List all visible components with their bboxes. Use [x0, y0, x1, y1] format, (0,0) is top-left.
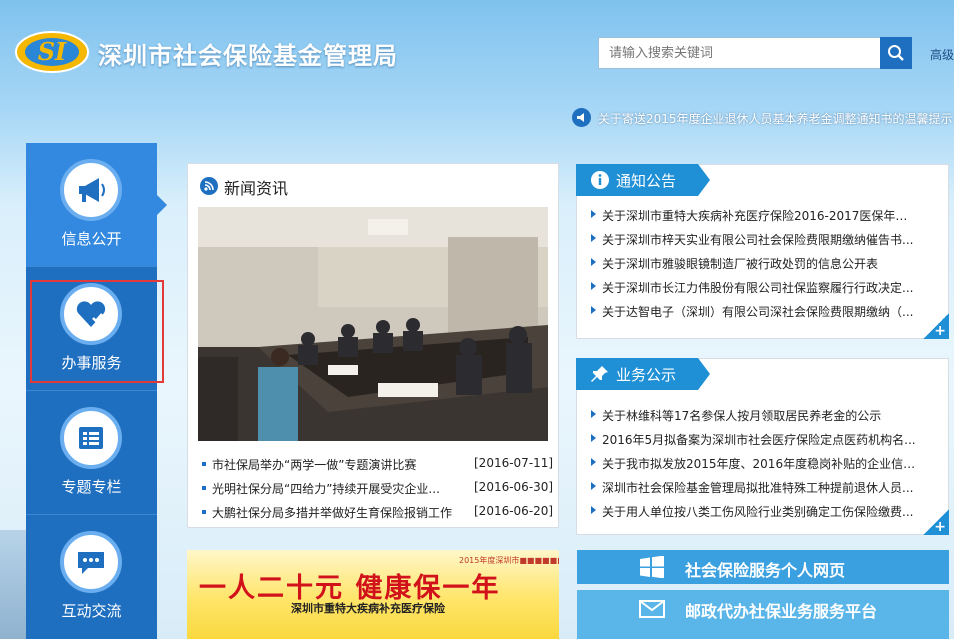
arrow-icon [591, 306, 596, 314]
business-item[interactable]: 2016年5月拟备案为深圳市社会医疗保险定点医药机构名... [591, 429, 921, 449]
mail-icon [639, 600, 665, 618]
nav-item-label: 专题专栏 [61, 478, 122, 496]
selection-highlight [30, 280, 164, 383]
news-panel: 新闻资讯 市社保局举办“两学一做”专题演讲比赛 [2016-07-11] 光明社… [187, 163, 559, 528]
windows-icon [640, 556, 664, 578]
business-item-text[interactable]: 深圳市社会保险基金管理局拟批准特殊工种提前退休人员... [602, 479, 918, 496]
news-item-title[interactable]: 市社保局举办“两学一做”专题演讲比赛 [212, 456, 462, 473]
arrow-icon [591, 506, 596, 514]
active-indicator [157, 195, 167, 215]
notice-item-text[interactable]: 关于深圳市长江力伟股份有限公司社保监察履行行政决定... [602, 279, 918, 296]
search-input[interactable] [598, 37, 882, 69]
business-panel: 业务公示 关于林维科等17名参保人按月领取居民养老金的公示 2016年5月拟备案… [576, 358, 949, 535]
meeting-photo [198, 207, 548, 441]
business-title: 业务公示 [616, 366, 677, 384]
left-nav: 信息公开 办事服务 专题专栏 互动交流 [26, 143, 167, 639]
notice-tab[interactable]: 通知公告 [576, 164, 710, 196]
news-title[interactable]: 新闻资讯 [224, 175, 288, 199]
nav-item-label: 信息公开 [61, 230, 122, 248]
personal-page-button[interactable]: 社会保险服务个人网页 [577, 550, 949, 584]
business-item[interactable]: 关于我市拟发放2015年度、2016年度稳岗补贴的企业信息... [591, 453, 921, 473]
business-tab[interactable]: 业务公示 [576, 358, 710, 390]
nav-item-topics[interactable]: 专题专栏 [26, 391, 157, 515]
marquee[interactable]: 关于寄送2015年度企业退休人员基本养老金调整通知书的温馨提示 [572, 108, 954, 128]
marquee-text[interactable]: 关于寄送2015年度企业退休人员基本养老金调整通知书的温馨提示 [598, 110, 953, 127]
notice-item-text[interactable]: 关于深圳市重特大疾病补充医疗保险2016-2017医保年度... [602, 207, 918, 224]
nav-icon-circle [60, 407, 122, 469]
business-item-text[interactable]: 关于用人单位按八类工伤风险行业类别确定工伤保险缴费... [602, 503, 918, 520]
search-icon [888, 45, 904, 61]
plus-icon: + [934, 519, 946, 535]
notice-item[interactable]: 关于深圳市梓天实业有限公司社会保险费限期缴纳催告书... [591, 229, 921, 249]
nav-icon-circle [60, 531, 122, 593]
notice-item[interactable]: 关于深圳市雅骏眼镜制造厂被行政处罚的信息公开表 [591, 253, 921, 273]
news-item-title[interactable]: 大鹏社保分局多措并举做好生育保险报销工作 [212, 504, 462, 521]
news-item-title[interactable]: 光明社保分局“四给力”持续开展受灾企业... [212, 480, 462, 497]
speaker-icon [572, 108, 591, 127]
plus-icon: + [934, 323, 946, 339]
postal-service-button[interactable]: 邮政代办社保业务服务平台 [577, 590, 949, 639]
news-item-date: [2016-07-11] [474, 456, 554, 470]
info-icon [591, 171, 609, 189]
nav-item-label: 互动交流 [61, 602, 122, 620]
arrow-icon [591, 210, 596, 218]
business-item-text[interactable]: 关于我市拟发放2015年度、2016年度稳岗补贴的企业信息... [602, 455, 918, 472]
notice-panel: 通知公告 关于深圳市重特大疾病补充医疗保险2016-2017医保年度... 关于… [576, 164, 949, 339]
banner-top-text: 2015年度深圳市■■■■■■ [459, 556, 559, 565]
personal-page-label: 社会保险服务个人网页 [685, 561, 846, 580]
arrow-icon [591, 410, 596, 418]
news-carousel-photo[interactable] [198, 207, 548, 441]
business-item[interactable]: 关于林维科等17名参保人按月领取居民养老金的公示 [591, 405, 921, 425]
news-item[interactable]: 市社保局举办“两学一做”专题演讲比赛 [2016-07-11] [202, 454, 554, 474]
notice-title: 通知公告 [616, 172, 677, 190]
news-item[interactable]: 大鹏社保分局多措并举做好生育保险报销工作 [2016-06-20] [202, 502, 554, 522]
arrow-icon [591, 458, 596, 466]
notice-item[interactable]: 关于达智电子（深圳）有限公司深社会保险费限期缴纳（... [591, 301, 921, 321]
si-logo-icon: SI [15, 31, 89, 73]
site-title: 深圳市社会保险基金管理局 [98, 42, 398, 70]
more-button[interactable]: + [923, 509, 949, 535]
business-item-text[interactable]: 关于林维科等17名参保人按月领取居民养老金的公示 [602, 407, 918, 424]
more-button[interactable]: + [923, 313, 949, 339]
megaphone-icon [79, 178, 105, 202]
news-item-date: [2016-06-30] [474, 480, 554, 494]
search-bar [598, 37, 912, 69]
logo-mark-text: SI [38, 37, 67, 66]
business-item-text[interactable]: 2016年5月拟备案为深圳市社会医疗保险定点医药机构名... [602, 431, 918, 448]
notice-item-text[interactable]: 关于深圳市雅骏眼镜制造厂被行政处罚的信息公开表 [602, 255, 918, 272]
notice-item-text[interactable]: 关于达智电子（深圳）有限公司深社会保险费限期缴纳（... [602, 303, 918, 320]
background-city [0, 530, 26, 639]
arrow-icon [591, 482, 596, 490]
nav-item-interact[interactable]: 互动交流 [26, 515, 157, 639]
news-item[interactable]: 光明社保分局“四给力”持续开展受灾企业... [2016-06-30] [202, 478, 554, 498]
postal-service-label: 邮政代办社保业务服务平台 [685, 602, 878, 621]
arrow-icon [591, 258, 596, 266]
notice-item[interactable]: 关于深圳市长江力伟股份有限公司社保监察履行行政决定... [591, 277, 921, 297]
nav-item-info[interactable]: 信息公开 [26, 143, 167, 267]
site-logo[interactable]: SI 深圳市社会保险基金管理局 [14, 26, 434, 78]
business-item[interactable]: 深圳市社会保险基金管理局拟批准特殊工种提前退休人员... [591, 477, 921, 497]
insurance-banner[interactable]: 2015年度深圳市■■■■■■ 一人二十元 健康保一年 深圳市重特大疾病补充医疗… [187, 550, 559, 639]
arrow-icon [591, 282, 596, 290]
chat-icon [78, 552, 104, 574]
arrow-icon [591, 234, 596, 242]
search-button[interactable] [880, 37, 912, 69]
banner-subtitle: 深圳市重特大疾病补充医疗保险 [291, 602, 445, 615]
nav-icon-circle [60, 159, 122, 221]
business-item[interactable]: 关于用人单位按八类工伤风险行业类别确定工伤保险缴费... [591, 501, 921, 521]
bullet [202, 486, 206, 490]
arrow-icon [591, 434, 596, 442]
pin-icon [591, 366, 608, 382]
rss-icon [200, 177, 218, 195]
notice-item[interactable]: 关于深圳市重特大疾病补充医疗保险2016-2017医保年度... [591, 205, 921, 225]
bullet [202, 462, 206, 466]
notice-item-text[interactable]: 关于深圳市梓天实业有限公司社会保险费限期缴纳催告书... [602, 231, 918, 248]
list-icon [79, 427, 103, 449]
advanced-search-link[interactable]: 高级 [930, 46, 954, 63]
bullet [202, 510, 206, 514]
news-item-date: [2016-06-20] [474, 504, 554, 518]
